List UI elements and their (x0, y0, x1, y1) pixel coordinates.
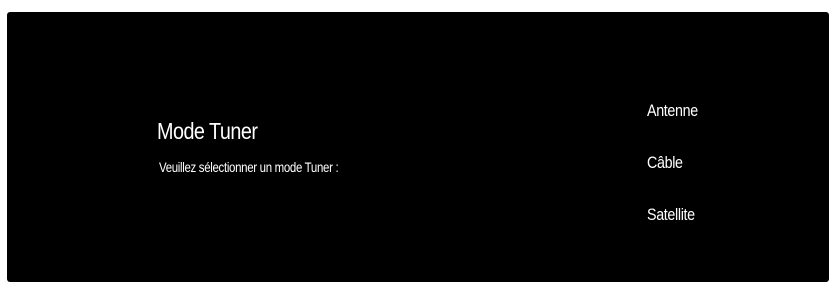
tuner-mode-screen: Mode Tuner Veuillez sélectionner un mode… (7, 12, 829, 282)
page-frame: Mode Tuner Veuillez sélectionner un mode… (0, 0, 837, 286)
option-antenne[interactable]: Antenne (647, 102, 698, 128)
option-satellite[interactable]: Satellite (647, 206, 698, 232)
tuner-mode-options: Antenne Câble Satellite (647, 102, 708, 258)
option-cable[interactable]: Câble (647, 154, 698, 180)
screen-prompt: Veuillez sélectionner un mode Tuner : (159, 159, 339, 175)
screen-title: Mode Tuner (157, 118, 258, 144)
